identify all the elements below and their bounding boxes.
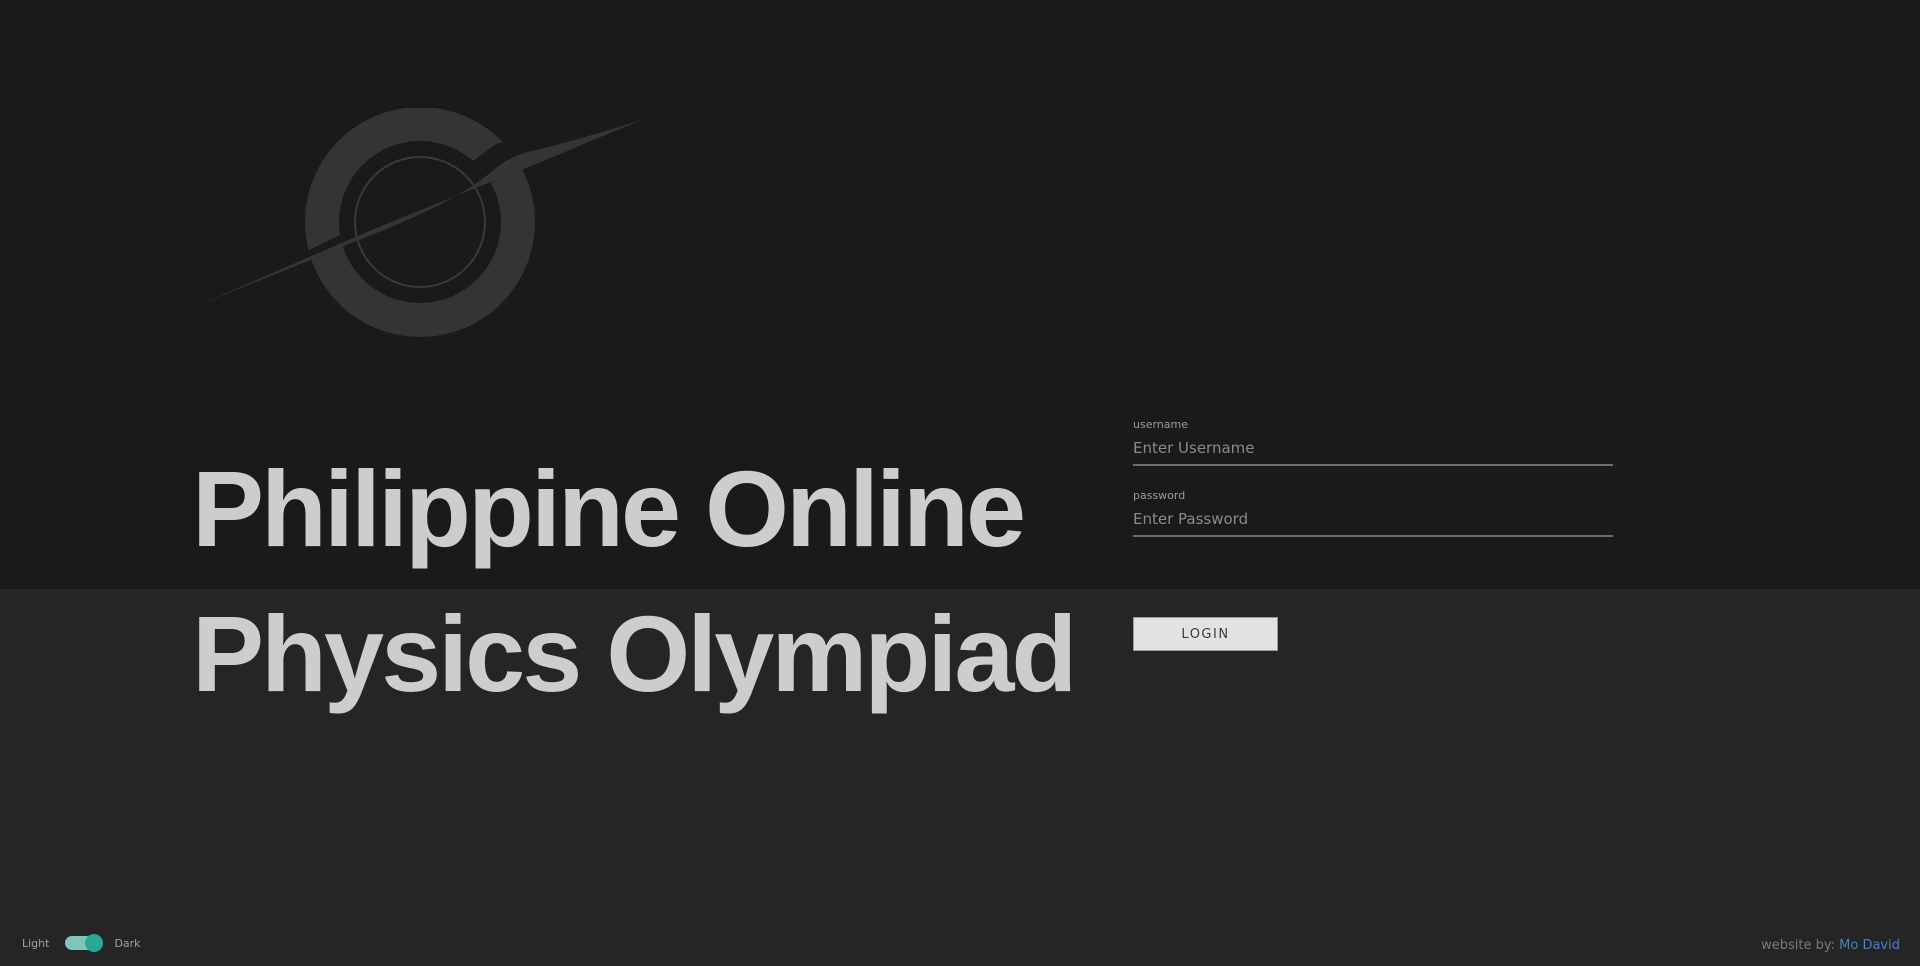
username-input[interactable] (1133, 436, 1613, 466)
theme-switch[interactable] (65, 934, 104, 952)
login-form: username password (1133, 418, 1613, 560)
login-button[interactable]: LOGIN (1133, 617, 1278, 651)
footer-credit: website by: Mo David (1761, 938, 1900, 953)
theme-dark-label: Dark (114, 936, 141, 950)
theme-switch-knob[interactable] (85, 934, 104, 952)
theme-toggle: Light Dark (22, 934, 141, 952)
black-hole-icon (196, 108, 648, 337)
password-input[interactable] (1133, 507, 1613, 537)
author-link[interactable]: Mo David (1839, 938, 1900, 953)
username-field-group: username (1133, 418, 1613, 466)
theme-light-label: Light (22, 936, 50, 950)
page-title-line-1: Philippine Online (192, 448, 1026, 569)
page-title-line-2: Physics Olympiad (192, 593, 1077, 714)
username-label: username (1133, 418, 1188, 431)
password-label: password (1133, 489, 1186, 502)
password-field-group: password (1133, 489, 1613, 537)
credit-prefix: website by: (1761, 938, 1840, 953)
